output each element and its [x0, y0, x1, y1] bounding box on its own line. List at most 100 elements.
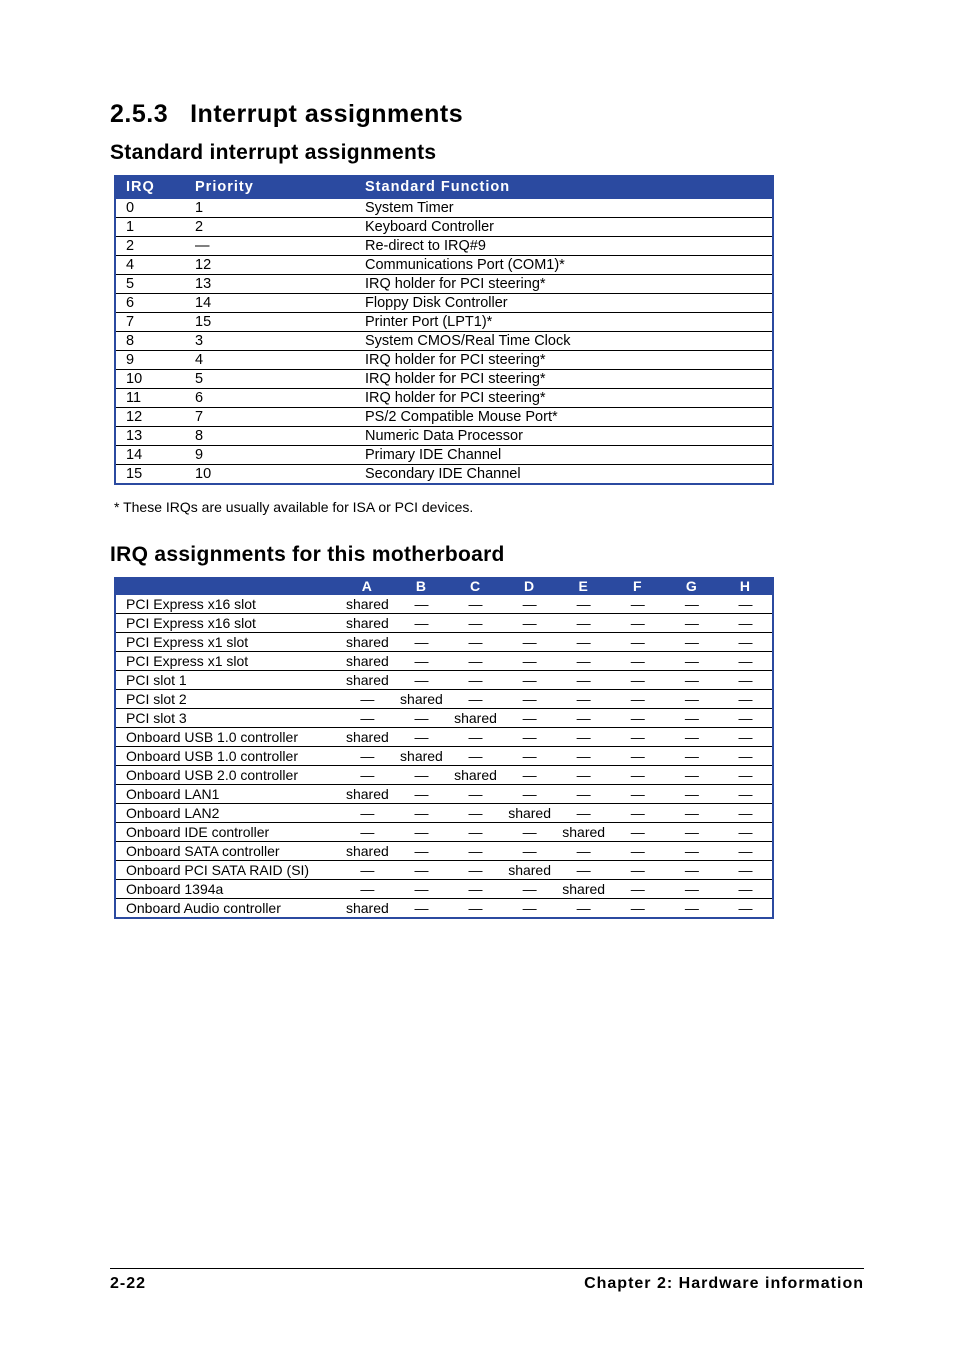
cell-value: — — [448, 899, 502, 919]
table-row: PCI slot 2—shared—————— — [115, 690, 773, 709]
cell-value: — — [611, 614, 665, 633]
section-heading: 2.5.3Interrupt assignments — [110, 100, 864, 129]
cell-value: shared — [340, 595, 394, 614]
cell-value: — — [448, 652, 502, 671]
row-label: Onboard USB 1.0 controller — [115, 728, 340, 747]
cell-value: — — [340, 804, 394, 823]
cell-value: — — [394, 652, 448, 671]
cell-value: — — [503, 823, 557, 842]
cell-value: shared — [340, 652, 394, 671]
cell-value: — — [503, 728, 557, 747]
cell-func: Primary IDE Channel — [355, 446, 773, 465]
col-header — [115, 577, 340, 595]
cell-irq: 12 — [115, 408, 185, 427]
cell-value: shared — [503, 861, 557, 880]
cell-irq: 2 — [115, 237, 185, 256]
cell-value: — — [448, 728, 502, 747]
cell-irq: 9 — [115, 351, 185, 370]
table-row: Onboard SATA controllershared——————— — [115, 842, 773, 861]
cell-irq: 15 — [115, 465, 185, 485]
table-header-row: ABCDEFGH — [115, 577, 773, 595]
cell-value: — — [557, 842, 611, 861]
cell-irq: 14 — [115, 446, 185, 465]
cell-value: — — [448, 747, 502, 766]
table-row: 116IRQ holder for PCI steering* — [115, 389, 773, 408]
cell-value: — — [394, 899, 448, 919]
row-label: Onboard LAN1 — [115, 785, 340, 804]
cell-value: — — [611, 823, 665, 842]
cell-value: — — [557, 785, 611, 804]
cell-value: — — [665, 880, 719, 899]
row-label: Onboard LAN2 — [115, 804, 340, 823]
cell-func: Keyboard Controller — [355, 218, 773, 237]
table-row: Onboard Audio controllershared——————— — [115, 899, 773, 919]
cell-value: — — [340, 880, 394, 899]
col-header: G — [665, 577, 719, 595]
cell-value: — — [503, 652, 557, 671]
cell-value: — — [719, 728, 773, 747]
cell-priority: 6 — [185, 389, 355, 408]
table-row: Onboard LAN1shared——————— — [115, 785, 773, 804]
cell-func: System CMOS/Real Time Clock — [355, 332, 773, 351]
col-header: F — [611, 577, 665, 595]
cell-func: Floppy Disk Controller — [355, 294, 773, 313]
cell-value: — — [557, 766, 611, 785]
cell-value: — — [719, 690, 773, 709]
cell-value: — — [665, 804, 719, 823]
cell-value: — — [611, 899, 665, 919]
cell-value: — — [394, 823, 448, 842]
row-label: PCI Express x16 slot — [115, 614, 340, 633]
subheading-motherboard: IRQ assignments for this motherboard — [110, 543, 864, 567]
col-header: D — [503, 577, 557, 595]
row-label: Onboard Audio controller — [115, 899, 340, 919]
cell-value: shared — [340, 633, 394, 652]
table-row: Onboard PCI SATA RAID (SI)———shared———— — [115, 861, 773, 880]
col-header: C — [448, 577, 502, 595]
cell-value: — — [665, 652, 719, 671]
cell-value: — — [557, 614, 611, 633]
cell-func: Printer Port (LPT1)* — [355, 313, 773, 332]
cell-value: — — [448, 614, 502, 633]
cell-value: — — [557, 652, 611, 671]
row-label: PCI slot 3 — [115, 709, 340, 728]
cell-value: shared — [340, 671, 394, 690]
table-row: 12Keyboard Controller — [115, 218, 773, 237]
cell-value: — — [503, 709, 557, 728]
cell-irq: 8 — [115, 332, 185, 351]
cell-value: — — [665, 633, 719, 652]
table-row: 149Primary IDE Channel — [115, 446, 773, 465]
row-label: Onboard 1394a — [115, 880, 340, 899]
cell-value: — — [503, 785, 557, 804]
cell-value: — — [611, 785, 665, 804]
cell-value: — — [611, 728, 665, 747]
cell-value: shared — [394, 747, 448, 766]
cell-value: — — [448, 842, 502, 861]
cell-value: — — [394, 709, 448, 728]
cell-priority: 4 — [185, 351, 355, 370]
cell-value: — — [340, 690, 394, 709]
cell-value: — — [503, 880, 557, 899]
cell-irq: 10 — [115, 370, 185, 389]
cell-irq: 0 — [115, 199, 185, 218]
cell-value: shared — [340, 785, 394, 804]
cell-value: — — [503, 766, 557, 785]
row-label: Onboard IDE controller — [115, 823, 340, 842]
table-row: 138Numeric Data Processor — [115, 427, 773, 446]
cell-value: — — [394, 766, 448, 785]
table-row: 83System CMOS/Real Time Clock — [115, 332, 773, 351]
cell-value: — — [503, 899, 557, 919]
row-label: PCI slot 1 — [115, 671, 340, 690]
cell-func: IRQ holder for PCI steering* — [355, 370, 773, 389]
table-row: PCI Express x16 slotshared——————— — [115, 614, 773, 633]
cell-priority: 10 — [185, 465, 355, 485]
cell-value: — — [448, 861, 502, 880]
cell-value: — — [394, 880, 448, 899]
cell-value: — — [611, 766, 665, 785]
cell-value: — — [719, 842, 773, 861]
table-row: PCI Express x1 slotshared——————— — [115, 633, 773, 652]
cell-value: — — [503, 614, 557, 633]
cell-func: Re-direct to IRQ#9 — [355, 237, 773, 256]
row-label: PCI Express x16 slot — [115, 595, 340, 614]
cell-func: System Timer — [355, 199, 773, 218]
cell-value: — — [665, 595, 719, 614]
